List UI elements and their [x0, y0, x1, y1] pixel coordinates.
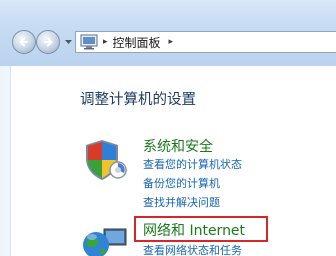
- back-arrow-icon: [19, 37, 28, 47]
- shield-icon[interactable]: [82, 136, 130, 184]
- back-button[interactable]: [12, 30, 36, 54]
- recent-pages-dropdown[interactable]: [63, 36, 73, 48]
- page-title: 调整计算机的设置: [80, 92, 196, 108]
- address-bar[interactable]: ▸ 控制面板 ▸: [75, 31, 336, 53]
- link-troubleshoot[interactable]: 查找并解决问题: [143, 194, 220, 210]
- breadcrumb-separator-end[interactable]: ▸: [169, 37, 174, 47]
- category-network-internet-title[interactable]: 网络和 Internet: [143, 220, 245, 240]
- navigation-bar: ▸ 控制面板 ▸: [0, 0, 336, 68]
- forward-arrow-icon: [44, 37, 53, 47]
- link-view-network-status[interactable]: 查看网络状态和任务: [143, 242, 242, 256]
- chevron-down-icon: [64, 39, 72, 44]
- category-system-security-title[interactable]: 系统和安全: [143, 136, 213, 156]
- link-backup-computer[interactable]: 备份您的计算机: [143, 175, 220, 191]
- network-globe-icon[interactable]: [80, 225, 130, 256]
- control-panel-icon: [80, 34, 98, 50]
- link-view-computer-status[interactable]: 查看您的计算机状态: [143, 156, 242, 172]
- forward-button[interactable]: [36, 30, 60, 54]
- breadcrumb-control-panel[interactable]: 控制面板: [113, 34, 161, 51]
- breadcrumb-separator[interactable]: ▸: [103, 37, 108, 47]
